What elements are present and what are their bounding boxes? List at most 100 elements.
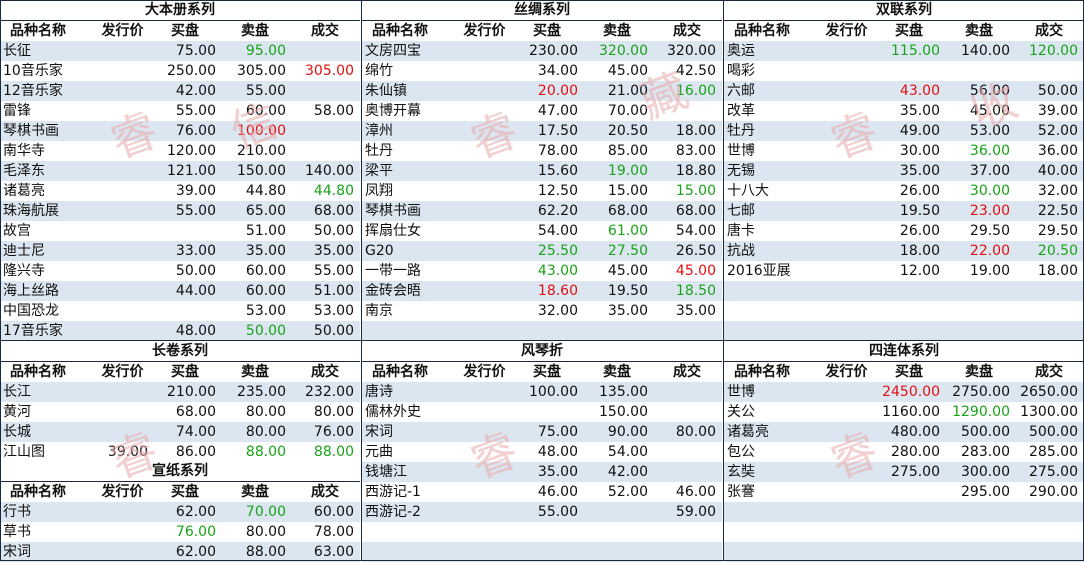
column-header-issue: 发行价 <box>101 364 144 380</box>
cell-name: 西游记-1 <box>365 484 421 500</box>
table-row <box>724 502 1084 522</box>
table-row: 挥扇仕女 54.00 61.00 54.00 <box>362 221 722 241</box>
cell-sell: 45.00 <box>969 103 1010 119</box>
table-row <box>724 321 1084 341</box>
cell-name: 宋词 <box>3 544 31 560</box>
column-header-deal: 成交 <box>673 23 701 39</box>
table-row: G20 25.50 27.50 26.50 <box>362 241 722 261</box>
cell-buy: 20.00 <box>537 83 578 99</box>
cell-name: 雷锋 <box>3 103 31 119</box>
table-row: 毛泽东 121.00 150.00 140.00 <box>0 161 360 181</box>
cell-sell: 85.00 <box>607 143 648 159</box>
cell-issue <box>819 542 874 562</box>
cell-buy <box>874 542 944 562</box>
cell-name: 改革 <box>727 103 755 119</box>
cell-name: 六邮 <box>727 83 755 99</box>
cell-sell: 30.00 <box>969 183 1010 199</box>
column-header-name: 品种名称 <box>734 364 790 380</box>
panel-title: 风琴折 <box>362 341 722 362</box>
cell-issue <box>457 402 512 422</box>
cell-buy <box>874 321 944 341</box>
table-row: 朱仙镇 20.00 21.00 16.00 <box>362 81 722 101</box>
cell-sell: 295.00 <box>961 484 1010 500</box>
cell-name: 十八大 <box>727 183 769 199</box>
cell-issue <box>95 121 150 141</box>
cell-issue <box>457 462 512 482</box>
column-header-row: 品种名称 发行价 买盘 卖盘 成交 <box>362 21 722 41</box>
cell-buy: 280.00 <box>891 444 940 460</box>
column-header-issue: 发行价 <box>825 364 868 380</box>
column-header-name: 品种名称 <box>10 484 66 500</box>
cell-name <box>724 522 819 542</box>
cell-issue <box>457 281 512 301</box>
cell-issue <box>819 161 874 181</box>
cell-sell <box>944 542 1014 562</box>
column-header-issue: 发行价 <box>463 23 506 39</box>
divider <box>361 0 362 561</box>
price-board: 大本册系列 品种名称 发行价 买盘 卖盘 成交 长征 75.00 95.00 10音乐家 250.0… <box>0 0 1084 562</box>
column-header-row: 品种名称 发行价 买盘 卖盘 成交 <box>724 362 1084 382</box>
table-row: 绵竹 34.00 45.00 42.50 <box>362 61 722 81</box>
cell-issue <box>457 522 512 542</box>
cell-deal <box>652 542 722 562</box>
cell-buy: 43.00 <box>537 263 578 279</box>
cell-buy: 54.00 <box>537 223 578 239</box>
cell-name: 黄河 <box>3 404 31 420</box>
cell-issue <box>457 141 512 161</box>
cell-name: 西游记-2 <box>365 504 421 520</box>
cell-issue <box>457 442 512 462</box>
cell-issue <box>819 462 874 482</box>
table-row: 漳州 17.50 20.50 18.00 <box>362 121 722 141</box>
cell-deal: 120.00 <box>1029 43 1078 59</box>
cell-issue <box>457 502 512 522</box>
cell-deal: 15.00 <box>675 183 716 199</box>
cell-name <box>724 321 819 341</box>
cell-issue <box>457 121 512 141</box>
cell-deal: 80.00 <box>313 404 354 420</box>
cell-issue <box>95 261 150 281</box>
cell-issue <box>819 101 874 121</box>
column-header-buy: 买盘 <box>171 364 199 380</box>
cell-buy: 35.00 <box>899 163 940 179</box>
table-row: 诸葛亮 39.00 44.80 44.80 <box>0 181 360 201</box>
cell-buy: 2450.00 <box>882 384 940 400</box>
cell-buy: 17.50 <box>537 123 578 139</box>
cell-sell: 65.00 <box>245 203 286 219</box>
panel-title: 丝绸系列 <box>362 0 722 21</box>
cell-buy <box>874 522 944 542</box>
table-row: 喝彩 <box>724 61 1084 81</box>
cell-deal <box>1014 542 1084 562</box>
cell-sell: 210.00 <box>237 143 286 159</box>
cell-name: 毛泽东 <box>3 163 45 179</box>
cell-sell: 45.00 <box>607 63 648 79</box>
cell-deal <box>652 442 722 462</box>
cell-sell: 135.00 <box>599 384 648 400</box>
table-row: 梁平 15.60 19.00 18.80 <box>362 161 722 181</box>
cell-issue <box>95 201 150 221</box>
column-header-deal: 成交 <box>1035 364 1063 380</box>
panel-title: 大本册系列 <box>0 0 360 21</box>
cell-deal: 63.00 <box>313 544 354 560</box>
cell-issue <box>819 482 874 502</box>
table-row: 文房四宝 230.00 320.00 320.00 <box>362 41 722 61</box>
cell-buy <box>512 542 582 562</box>
cell-deal <box>1014 281 1084 301</box>
column-header-deal: 成交 <box>311 484 339 500</box>
column-header-sell: 卖盘 <box>965 23 993 39</box>
cell-deal: 1300.00 <box>1020 404 1078 420</box>
column-header-row: 品种名称 发行价 买盘 卖盘 成交 <box>0 362 360 382</box>
cell-sell <box>582 321 652 341</box>
cell-buy: 1160.00 <box>882 404 940 420</box>
cell-name: 世博 <box>727 384 755 400</box>
cell-deal <box>1014 61 1084 81</box>
cell-deal: 305.00 <box>305 63 354 79</box>
cell-issue <box>819 522 874 542</box>
cell-issue <box>95 61 150 81</box>
cell-issue <box>95 422 150 442</box>
cell-deal: 42.50 <box>675 63 716 79</box>
cell-name: 玄奘 <box>727 464 755 480</box>
table-row: 唐诗 100.00 135.00 <box>362 382 722 402</box>
column-header-buy: 买盘 <box>171 484 199 500</box>
cell-sell: 1290.00 <box>952 404 1010 420</box>
column-header-issue: 发行价 <box>101 484 144 500</box>
